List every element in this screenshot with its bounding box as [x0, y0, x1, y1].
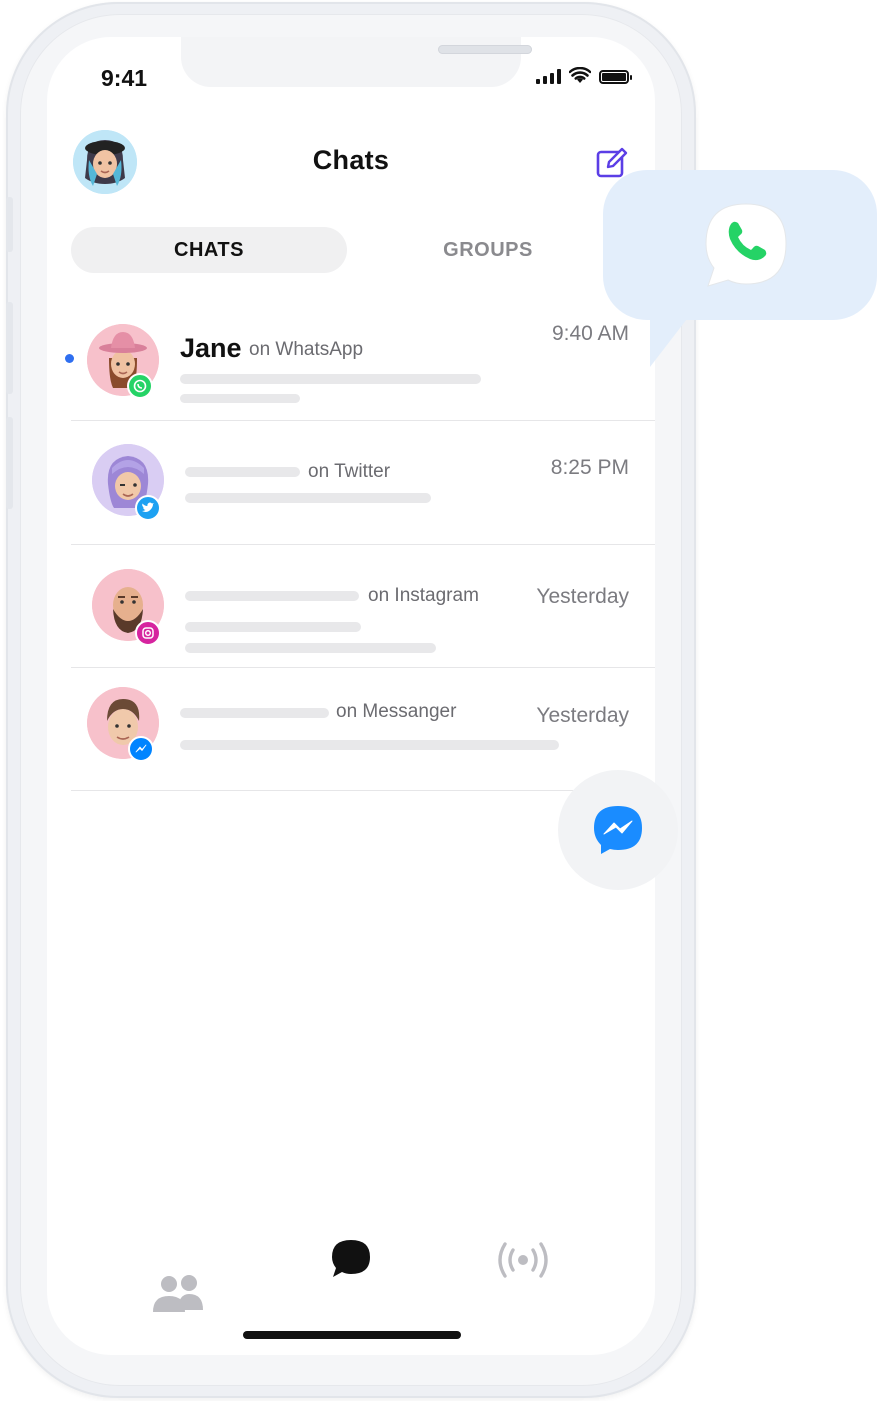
notch — [181, 37, 532, 87]
message-preview-placeholder — [180, 374, 481, 384]
chat-row-messenger[interactable]: on Messanger Yesterday — [71, 668, 655, 791]
unread-indicator — [65, 354, 74, 363]
battery-icon — [599, 70, 632, 84]
message-time: 8:25 PM — [550, 456, 629, 479]
message-preview-placeholder — [185, 643, 436, 653]
contact-name-placeholder — [180, 708, 329, 718]
contact-network: on Instagram — [368, 585, 479, 606]
instagram-icon — [135, 620, 161, 646]
mute-switch — [6, 197, 13, 252]
contact-name-placeholder — [185, 591, 359, 601]
chat-bubble-icon[interactable] — [330, 1237, 372, 1279]
message-preview-placeholder — [185, 493, 431, 503]
contacts-icon[interactable] — [153, 1274, 205, 1314]
volume-up-button — [6, 302, 13, 394]
whatsapp-phone-icon — [705, 203, 787, 287]
message-preview-placeholder — [180, 740, 559, 750]
speech-bubble-tail — [650, 315, 690, 367]
speaker-grille — [438, 45, 532, 54]
chat-row-jane[interactable]: Jane on WhatsApp 9:40 AM — [65, 299, 655, 421]
chat-row-twitter[interactable]: on Twitter 8:25 PM — [71, 421, 655, 545]
contact-name-placeholder — [185, 467, 300, 477]
compose-icon[interactable] — [595, 146, 629, 180]
cellular-signal-icon — [536, 68, 561, 84]
page-title: Chats — [312, 145, 390, 175]
contact-network: on WhatsApp — [249, 339, 364, 360]
chat-row-instagram[interactable]: on Instagram Yesterday — [71, 545, 655, 668]
broadcast-icon[interactable] — [497, 1242, 549, 1278]
messenger-icon — [594, 806, 642, 854]
message-preview-placeholder — [180, 394, 300, 403]
messenger-fab[interactable] — [558, 770, 678, 890]
volume-down-button — [6, 417, 13, 509]
twitter-icon — [135, 495, 161, 521]
phone-screen: 9:41 Chats CHATS GROUPS Jane on WhatsApp… — [47, 37, 655, 1355]
status-icons — [536, 67, 632, 84]
message-preview-placeholder — [185, 622, 361, 632]
status-time: 9:41 — [101, 65, 148, 91]
contact-network: on Twitter — [308, 461, 391, 482]
message-time: Yesterday — [536, 585, 629, 608]
message-time: 9:40 AM — [551, 322, 629, 345]
tab-chats[interactable]: CHATS — [71, 227, 347, 273]
messenger-icon — [128, 736, 154, 762]
home-indicator[interactable] — [243, 1331, 461, 1339]
message-time: Yesterday — [536, 704, 629, 727]
wifi-icon — [569, 67, 591, 83]
contact-network: on Messanger — [336, 701, 457, 722]
tab-groups[interactable]: GROUPS — [363, 227, 613, 273]
whatsapp-icon — [127, 373, 153, 399]
contact-name: Jane — [180, 333, 242, 363]
